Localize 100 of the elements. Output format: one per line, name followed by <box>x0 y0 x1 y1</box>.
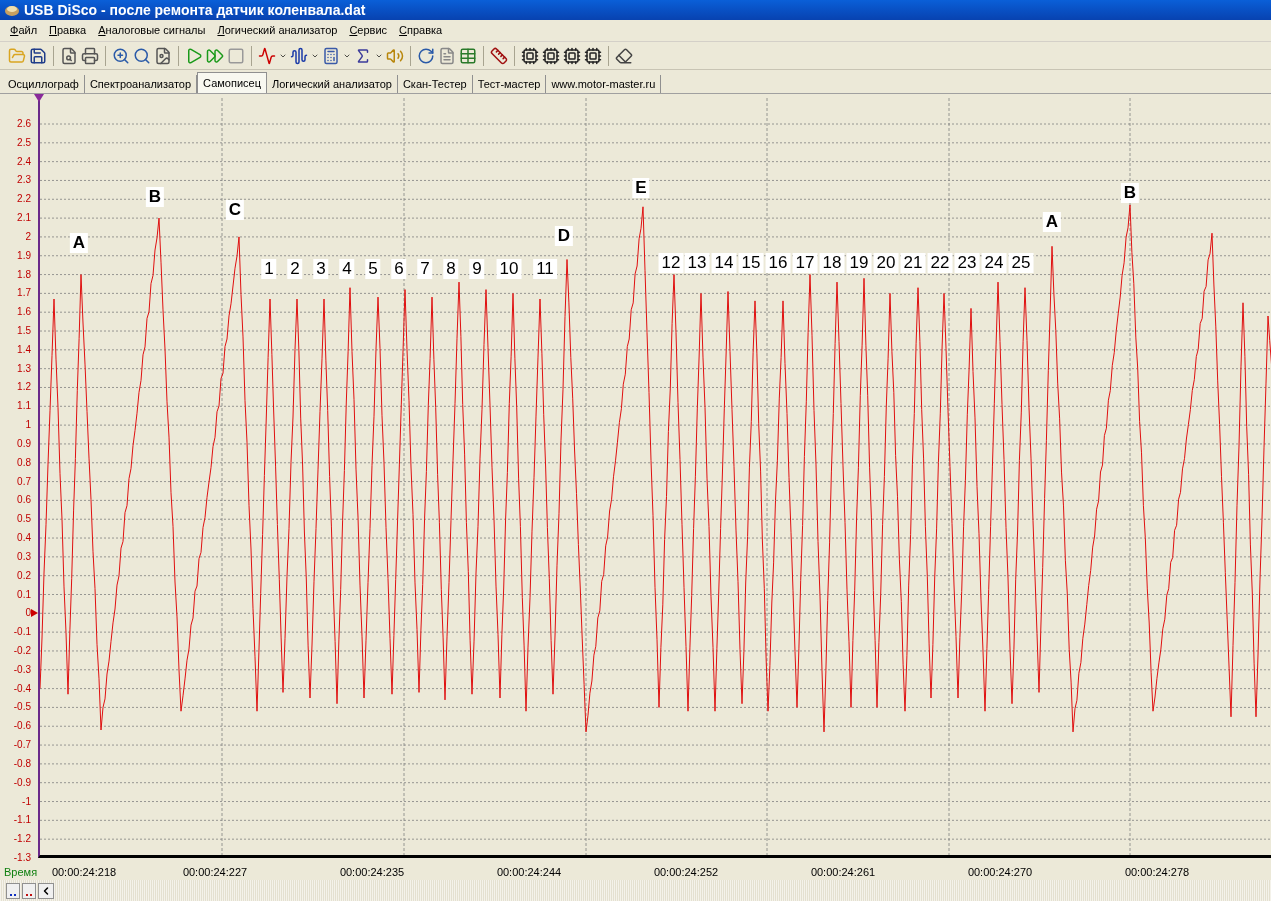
x-axis-tick-label: 00:00:24:227 <box>182 865 248 880</box>
annotation-label: 6 <box>391 259 407 279</box>
annotation-label: 18 <box>819 253 845 273</box>
y-axis-label: 0.8 <box>17 457 31 468</box>
signal-wave-icon[interactable] <box>258 46 276 65</box>
chip-icon[interactable] <box>584 46 602 65</box>
y-axis-label: -0.5 <box>13 702 31 713</box>
y-axis-label: -0.3 <box>13 664 31 675</box>
y-axis-label: 1.9 <box>17 250 31 261</box>
x-axis-tick-label: 00:00:24:244 <box>496 865 562 880</box>
x-axis-tick-label: 00:00:24:218 <box>51 865 117 880</box>
tab[interactable]: Тест-мастер <box>472 75 547 93</box>
y-axis-label: 0.7 <box>17 476 31 487</box>
menu-item[interactable]: Правка <box>43 20 93 41</box>
calculator-icon[interactable] <box>322 46 340 65</box>
annotation-label: 8 <box>443 259 459 279</box>
y-axis-label: 1.7 <box>17 288 31 299</box>
x-axis-label: Время <box>4 865 38 880</box>
y-axis-label: 1.6 <box>17 307 31 318</box>
zero-marker-icon <box>31 609 38 618</box>
dots-icon <box>26 893 32 896</box>
y-axis-label: 2 <box>25 231 31 242</box>
y-axis-label: 0.1 <box>17 589 31 600</box>
menu-item[interactable]: Справка <box>393 20 449 41</box>
annotation-label: 11 <box>533 259 557 279</box>
eraser-icon[interactable] <box>615 46 633 65</box>
menu-item[interactable]: Логический анализатор <box>211 20 344 41</box>
annotation-label: 12 <box>658 253 684 273</box>
y-axis-label: -0.7 <box>13 740 31 751</box>
cursor-marker-icon[interactable] <box>34 94 44 102</box>
x-axis-tick-label: 00:00:24:278 <box>1124 865 1190 880</box>
annotation-label: 7 <box>417 259 433 279</box>
table-icon[interactable] <box>459 46 477 65</box>
annotation-label: C <box>225 200 245 220</box>
tab[interactable]: Осциллограф <box>3 75 85 93</box>
y-axis-label: 0 <box>25 608 31 619</box>
annotation-label: 5 <box>365 259 381 279</box>
chip-icon[interactable] <box>521 46 539 65</box>
menu-item[interactable]: Файл <box>4 20 44 41</box>
y-axis-label: 0.3 <box>17 551 31 562</box>
x-axis-tick-label: 00:00:24:270 <box>967 865 1033 880</box>
dots-icon <box>10 893 16 896</box>
chip-icon[interactable] <box>563 46 581 65</box>
annotation-label: 24 <box>981 253 1007 273</box>
y-axis-label: -1.2 <box>13 834 31 845</box>
document-icon[interactable] <box>438 46 456 65</box>
tab[interactable]: Самописец <box>197 72 267 93</box>
annotation-label: 15 <box>738 253 764 273</box>
menu-item[interactable]: Аналоговые сигналы <box>92 20 212 41</box>
y-axis-label: -0.1 <box>13 627 31 638</box>
print-icon[interactable] <box>81 46 99 65</box>
y-axis-label: 0.5 <box>17 514 31 525</box>
annotation-label: E <box>632 178 650 198</box>
annotation-label: B <box>145 187 165 207</box>
y-axis-label: 2.4 <box>17 156 31 167</box>
annotation-label: A <box>1042 212 1062 232</box>
scroll-left-button[interactable] <box>38 882 54 899</box>
tab[interactable]: Логический анализатор <box>266 75 398 93</box>
annotation-label: 3 <box>313 259 329 279</box>
annotation-label: 4 <box>339 259 355 279</box>
annotation-label: 10 <box>496 259 522 279</box>
save-icon[interactable] <box>29 46 47 65</box>
y-axis-label: -0.2 <box>13 645 31 656</box>
y-axis-label: -0.6 <box>13 721 31 732</box>
y-axis-label: 0.9 <box>17 438 31 449</box>
annotation-label: 19 <box>846 253 872 273</box>
y-axis-label: 1.3 <box>17 363 31 374</box>
y-axis-label: 1.5 <box>17 326 31 336</box>
y-axis-label: -1.1 <box>13 815 31 826</box>
annotation-label: 16 <box>765 253 791 273</box>
y-axis-label: 1.1 <box>17 401 31 412</box>
y-axis-label: 2.6 <box>17 119 31 129</box>
dots-button[interactable] <box>6 882 20 899</box>
wave-icon[interactable] <box>290 46 308 65</box>
print-preview-icon[interactable] <box>60 46 78 65</box>
y-axis-label: -0.4 <box>13 683 31 694</box>
annotation-label: A <box>69 233 89 253</box>
y-axis-label: 0.2 <box>17 570 31 581</box>
annotation-label: 22 <box>927 253 953 273</box>
refresh-icon[interactable] <box>417 46 435 65</box>
fast-forward-icon[interactable] <box>206 46 224 65</box>
tab[interactable]: Скан-Тестер <box>397 75 473 93</box>
y-axis-label: 2.1 <box>17 213 31 224</box>
menu-item[interactable]: Сервис <box>343 20 394 41</box>
y-axis-label: 2.5 <box>17 137 31 148</box>
annotation-label: 13 <box>684 253 710 273</box>
zoom-in-icon[interactable] <box>112 46 130 65</box>
dots-button[interactable] <box>22 882 36 899</box>
tab[interactable]: www.motor-master.ru <box>546 75 662 93</box>
ruler-icon[interactable] <box>490 46 508 65</box>
annotation-label: 23 <box>954 253 980 273</box>
image-icon[interactable] <box>154 46 172 65</box>
zoom-icon[interactable] <box>133 46 151 65</box>
y-axis-label: 1.4 <box>17 344 31 355</box>
y-axis-label: 1.2 <box>17 382 31 393</box>
chip-icon[interactable] <box>542 46 560 65</box>
play-icon[interactable] <box>185 46 203 65</box>
x-axis-tick-label: 00:00:24:252 <box>653 865 719 880</box>
y-axis-label: 0.4 <box>17 533 31 544</box>
annotation-label: 21 <box>900 253 926 273</box>
